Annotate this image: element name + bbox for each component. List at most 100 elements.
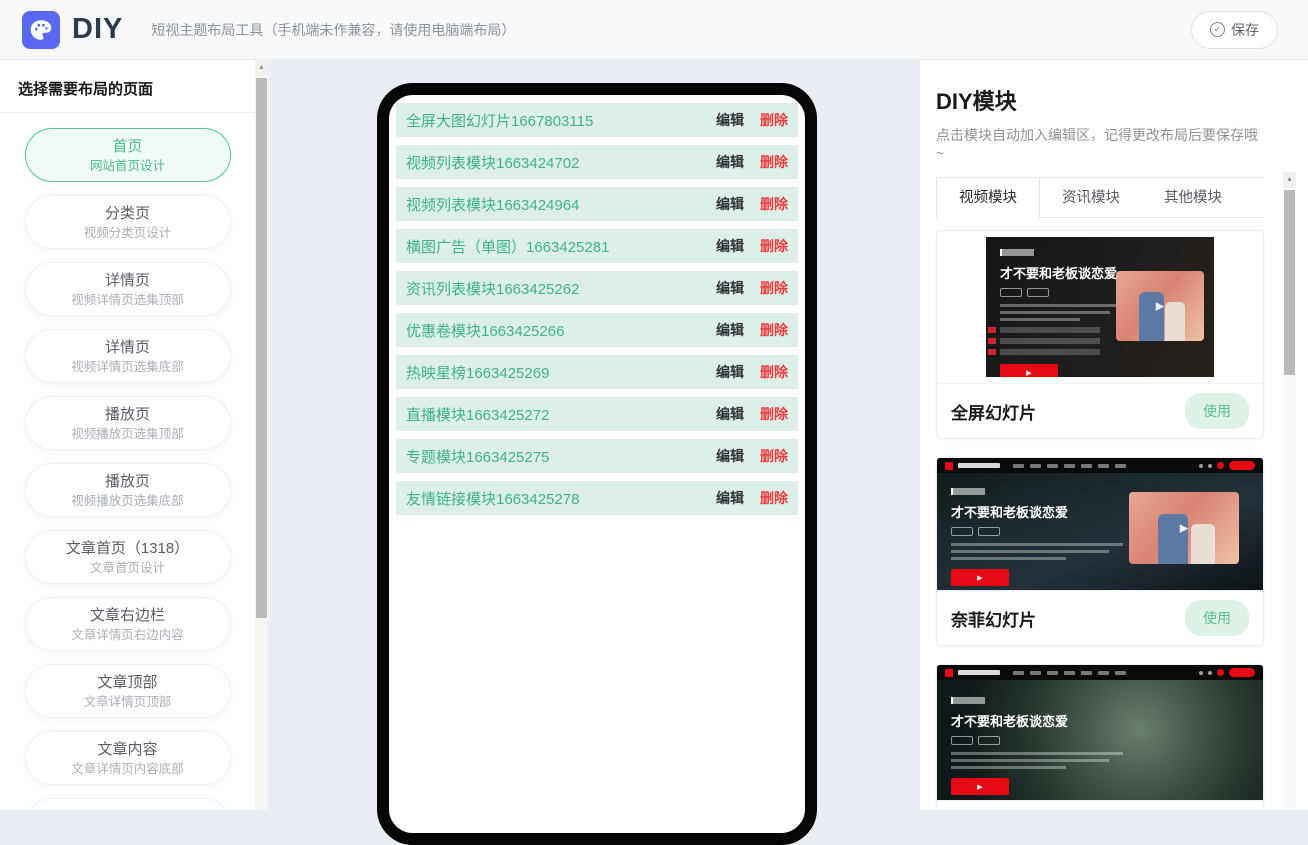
module-name-link[interactable]: 热映星榜1663425269 (406, 362, 716, 383)
module-name-link[interactable]: 视频列表模块1663424702 (406, 152, 716, 173)
delete-link[interactable]: 删除 (760, 278, 788, 298)
page-item-title: 详情页 (104, 339, 150, 356)
preview-title: 才不要和老板谈恋爱 (1000, 266, 1118, 281)
play-icon: ▶ (977, 783, 983, 791)
edit-link[interactable]: 编辑 (716, 320, 744, 340)
phone-module-row: 视频列表模块1663424964 编辑 删除 (396, 187, 798, 221)
tab-label: 资讯模块 (1062, 190, 1120, 206)
preview-title: 才不要和老板谈恋爱 (951, 714, 1069, 729)
edit-link[interactable]: 编辑 (716, 236, 744, 256)
module-name-link[interactable]: 全屏大图幻灯片1667803115 (406, 110, 716, 131)
edit-link[interactable]: 编辑 (716, 194, 744, 214)
panel-title: DIY模块 (936, 89, 1017, 114)
sidebar-page-item[interactable]: 文章右边栏 文章详情页右边内容 (24, 597, 231, 651)
delete-link[interactable]: 删除 (760, 446, 788, 466)
play-button-decor: ▶ (951, 569, 1009, 586)
module-preview-zone: 才不要和老板谈恋爱 ▶ ▶ (937, 231, 1263, 383)
panel-scrollbar[interactable]: ▲ (1283, 172, 1296, 810)
check-circle-icon: ✓ (1210, 22, 1225, 37)
module-name-link[interactable]: 专题模块1663425275 (406, 446, 716, 467)
header-subtitle: 短视主题布局工具（手机端未作兼容，请使用电脑端布局） (151, 21, 516, 38)
module-name-link[interactable]: 横图广告（单图）1663425281 (406, 236, 716, 257)
module-name-link[interactable]: 资讯列表模块1663425262 (406, 278, 716, 299)
phone-preview-frame: 全屏大图幻灯片1667803115 编辑 删除 视频列表模块1663424702… (377, 83, 817, 845)
preview-photo: ▶ (1116, 271, 1204, 341)
module-tab[interactable]: 视频模块 (936, 178, 1040, 218)
phone-module-row: 友情链接模块1663425278 编辑 删除 (396, 481, 798, 515)
scroll-up-arrow-icon[interactable]: ▲ (255, 60, 268, 76)
edit-link[interactable]: 编辑 (716, 152, 744, 172)
app-header: DIY 短视主题布局工具（手机端未作兼容，请使用电脑端布局） ✓ 保存 (0, 0, 1308, 60)
module-card-title: 奈菲幻灯片 (951, 610, 1036, 630)
save-button[interactable]: ✓ 保存 (1191, 10, 1278, 49)
use-button[interactable]: 使用 (1185, 393, 1249, 429)
sidebar-page-item[interactable]: 详情页 视频详情页选集顶部 (24, 262, 231, 316)
delete-link[interactable]: 删除 (760, 404, 788, 424)
edit-link[interactable]: 编辑 (716, 278, 744, 298)
page-item-subtitle: 视频详情页选集顶部 (71, 293, 184, 307)
edit-link[interactable]: 编辑 (716, 446, 744, 466)
page-item-subtitle: 文章首页设计 (89, 561, 165, 575)
page-item-title: 分类页 (104, 205, 150, 222)
module-tab[interactable]: 资讯模块 (1040, 178, 1142, 217)
sidebar-page-item[interactable]: 文章顶部 文章详情页顶部 (24, 664, 231, 718)
preview-logo-icon (945, 461, 953, 470)
module-card[interactable]: 才不要和老板谈恋爱 ▶ ▶ 奈菲幻灯片 使用 (936, 457, 1264, 646)
delete-link[interactable]: 删除 (760, 488, 788, 508)
delete-link[interactable]: 删除 (760, 152, 788, 172)
phone-module-row: 视频列表模块1663424702 编辑 删除 (396, 145, 798, 179)
sidebar-page-item[interactable]: 文章首页（1318） 文章首页设计 (24, 530, 231, 584)
preview-text-lines (951, 752, 1130, 769)
play-icon: ▶ (977, 574, 983, 582)
preview-tag-bar (951, 488, 985, 495)
module-preview-zone: 才不要和老板谈恋爱 ▶ ▶ (937, 665, 1263, 800)
module-name-link[interactable]: 视频列表模块1663424964 (406, 194, 716, 215)
sidebar-page-item[interactable]: 播放页 视频播放页选集顶部 (24, 396, 231, 450)
delete-link[interactable]: 删除 (760, 236, 788, 256)
page-selector-sidebar: 选择需要布局的页面 首页 网站首页设计 分类页 视频分类页设计 详情页 视频详情… (0, 60, 255, 810)
page-item-title: 文章首页（1318） (65, 540, 190, 557)
scroll-up-arrow-icon[interactable]: ▲ (1283, 172, 1296, 188)
preview-photo: ▶ (1129, 492, 1239, 564)
save-button-label: 保存 (1231, 21, 1259, 38)
module-name-link[interactable]: 优惠卷模块1663425266 (406, 320, 716, 341)
edit-link[interactable]: 编辑 (716, 488, 744, 508)
preview-text-lines (951, 543, 1130, 560)
use-button[interactable]: 使用 (1185, 600, 1249, 636)
edit-link[interactable]: 编辑 (716, 404, 744, 424)
module-card-footer: 全屏幻灯片 使用 (937, 383, 1263, 438)
page-item-title: 播放页 (104, 473, 150, 490)
module-tab[interactable]: 其他模块 (1142, 178, 1244, 217)
edit-link[interactable]: 编辑 (716, 110, 744, 130)
sidebar-scrollbar[interactable]: ▲ (255, 60, 268, 810)
sidebar-page-item[interactable]: 首页 网站首页设计 (24, 128, 231, 182)
delete-link[interactable]: 删除 (760, 362, 788, 382)
play-icon: ▶ (1155, 300, 1165, 313)
module-card-footer: 91星空幻灯片 使用 (937, 800, 1263, 810)
delete-link[interactable]: 删除 (760, 194, 788, 214)
edit-link[interactable]: 编辑 (716, 362, 744, 382)
module-preview-image: 才不要和老板谈恋爱 ▶ ▶ (937, 458, 1263, 590)
preview-menu-bars (1013, 463, 1126, 468)
page-item-subtitle: 视频播放页选集顶部 (71, 427, 184, 441)
sidebar-page-item[interactable]: 播放页 视频播放页选集底部 (24, 463, 231, 517)
module-name-link[interactable]: 友情链接模块1663425278 (406, 488, 716, 509)
panel-scrollbar-thumb[interactable] (1284, 190, 1295, 375)
sidebar-page-item[interactable]: 文章内容 文章详情页内容底部 (24, 731, 231, 785)
module-name-link[interactable]: 直播模块1663425272 (406, 404, 716, 425)
diy-modules-panel: DIY模块 点击模块自动加入编辑区，记得更改布局后要保存哦~ 视频模块 资讯模块… (920, 60, 1308, 810)
page-item-subtitle: 视频分类页设计 (83, 226, 172, 240)
preview-navbar (937, 665, 1263, 680)
palette-icon (22, 10, 60, 49)
delete-link[interactable]: 删除 (760, 320, 788, 340)
sidebar-page-item[interactable]: DIY1 (24, 798, 231, 810)
sidebar-page-item[interactable]: 详情页 视频详情页选集底部 (24, 329, 231, 383)
preview-brand-bar (958, 670, 1000, 675)
sidebar-scrollbar-thumb[interactable] (256, 78, 267, 618)
module-preview-image: 才不要和老板谈恋爱 ▶ ▶ (937, 665, 1263, 800)
module-card[interactable]: 才不要和老板谈恋爱 ▶ ▶ 全屏幻灯片 使用 (936, 230, 1264, 439)
delete-link[interactable]: 删除 (760, 110, 788, 130)
module-card[interactable]: 才不要和老板谈恋爱 ▶ ▶ 91星空幻灯片 使用 (936, 664, 1264, 810)
sidebar-page-item[interactable]: 分类页 视频分类页设计 (24, 195, 231, 249)
page-item-title: 详情页 (104, 272, 150, 289)
